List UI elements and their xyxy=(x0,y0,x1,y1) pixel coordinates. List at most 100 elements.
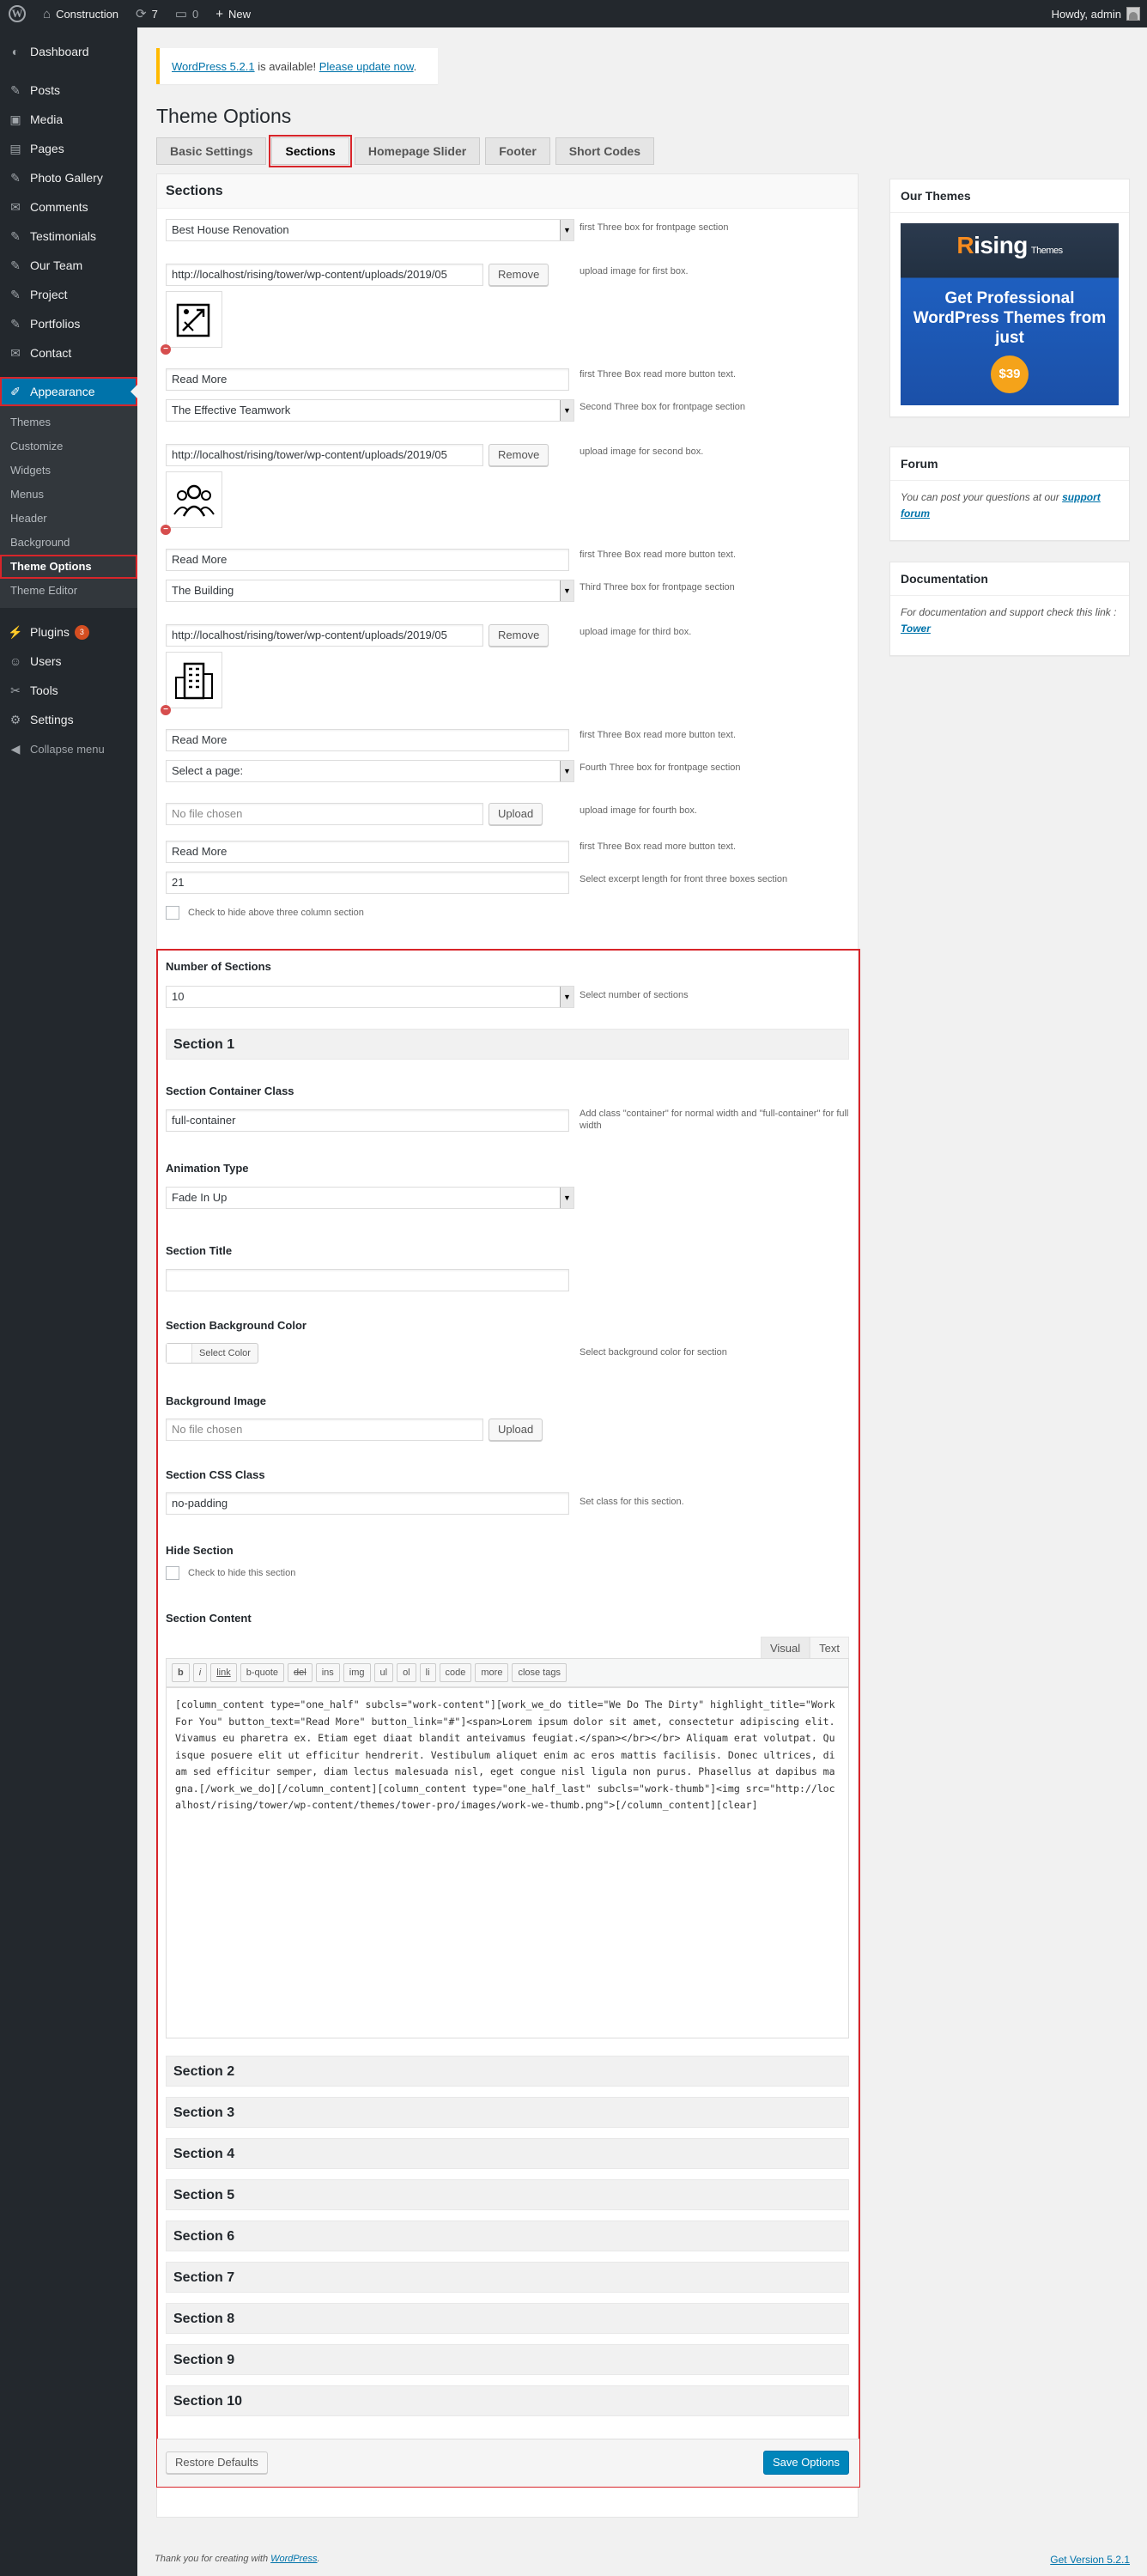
section-4-header[interactable]: Section 4 xyxy=(166,2138,849,2169)
menu-portfolios[interactable]: ✎ Portfolios xyxy=(0,309,137,338)
submenu-theme-editor[interactable]: Theme Editor xyxy=(0,579,137,603)
box3-remove-button[interactable]: Remove xyxy=(489,624,549,647)
submenu-customize[interactable]: Customize xyxy=(0,434,137,459)
collapse-menu-button[interactable]: ◀ Collapse menu xyxy=(0,734,137,763)
wp-logo-menu[interactable]: W xyxy=(0,0,34,27)
section-6-header[interactable]: Section 6 xyxy=(166,2221,849,2251)
select-color-button[interactable]: Select Color xyxy=(166,1343,258,1364)
editor-tab-visual[interactable]: Visual xyxy=(760,1637,810,1659)
animation-type-select[interactable]: Fade In Up ▼ xyxy=(166,1187,574,1209)
number-of-sections-select[interactable]: 10 ▼ xyxy=(166,986,574,1008)
submenu-themes[interactable]: Themes xyxy=(0,410,137,434)
menu-project[interactable]: ✎ Project xyxy=(0,280,137,309)
qt-ol-button[interactable]: ol xyxy=(397,1663,416,1682)
menu-contact[interactable]: ✉ Contact xyxy=(0,338,137,368)
save-options-button[interactable]: Save Options xyxy=(762,2451,849,2475)
menu-tools[interactable]: ✂ Tools xyxy=(0,676,137,705)
section-1-header[interactable]: Section 1 xyxy=(166,1029,849,1060)
section-8-header[interactable]: Section 8 xyxy=(166,2303,849,2334)
updates-menu[interactable]: ⟳ 7 xyxy=(127,0,167,27)
section-title-input[interactable] xyxy=(166,1269,569,1291)
tab-footer[interactable]: Footer xyxy=(485,137,550,165)
submenu-theme-options[interactable]: Theme Options xyxy=(0,555,137,579)
menu-photo-gallery[interactable]: ✎ Photo Gallery xyxy=(0,163,137,192)
hide-section-checkbox[interactable] xyxy=(166,1566,179,1580)
menu-plugins[interactable]: ⚡ Plugins 3 xyxy=(0,617,137,647)
section-10-header[interactable]: Section 10 xyxy=(166,2385,849,2416)
box3-remove-image-icon[interactable]: − xyxy=(161,705,171,715)
box1-remove-button[interactable]: Remove xyxy=(489,264,549,286)
submenu-widgets[interactable]: Widgets xyxy=(0,459,137,483)
section-5-header[interactable]: Section 5 xyxy=(166,2179,849,2210)
qt-italic-button[interactable]: i xyxy=(192,1663,208,1682)
box4-image-input[interactable]: No file chosen xyxy=(166,803,483,825)
submenu-header[interactable]: Header xyxy=(0,507,137,531)
box4-upload-button[interactable]: Upload xyxy=(489,803,543,825)
wordpress-link[interactable]: WordPress xyxy=(270,2554,317,2564)
tab-short-codes[interactable]: Short Codes xyxy=(555,137,655,165)
qt-ul-button[interactable]: ul xyxy=(373,1663,394,1682)
menu-users[interactable]: ☺ Users xyxy=(0,647,137,676)
qt-code-button[interactable]: code xyxy=(439,1663,472,1682)
tower-docs-link[interactable]: Tower xyxy=(901,623,931,635)
bg-image-upload-button[interactable]: Upload xyxy=(489,1419,543,1441)
menu-our-team[interactable]: ✎ Our Team xyxy=(0,251,137,280)
menu-dashboard[interactable]: ◐ Dashboard xyxy=(0,37,137,66)
tab-sections[interactable]: Sections xyxy=(269,135,352,167)
comments-menu[interactable]: ▭ 0 xyxy=(167,0,207,27)
section-2-header[interactable]: Section 2 xyxy=(166,2056,849,2087)
box2-button-text-input[interactable]: Read More xyxy=(166,549,569,571)
menu-settings[interactable]: ⚙ Settings xyxy=(0,705,137,734)
section-7-header[interactable]: Section 7 xyxy=(166,2262,849,2293)
qt-img-button[interactable]: img xyxy=(343,1663,371,1682)
hide-three-column-checkbox[interactable] xyxy=(166,906,179,920)
section-content-textarea[interactable]: [column_content type="one_half" subcls="… xyxy=(166,1687,849,2038)
qt-blockquote-button[interactable]: b-quote xyxy=(240,1663,285,1682)
menu-pages[interactable]: ▤ Pages xyxy=(0,134,137,163)
box1-button-text-input[interactable]: Read More xyxy=(166,368,569,391)
box4-button-text-input[interactable]: Read More xyxy=(166,841,569,863)
box2-remove-image-icon[interactable]: − xyxy=(161,525,171,535)
qt-more-button[interactable]: more xyxy=(475,1663,509,1682)
box2-remove-button[interactable]: Remove xyxy=(489,444,549,466)
update-now-link[interactable]: Please update now xyxy=(319,60,414,73)
new-content-menu[interactable]: + New xyxy=(207,0,259,27)
menu-media[interactable]: ▣ Media xyxy=(0,105,137,134)
box2-page-select[interactable]: The Effective Teamwork ▼ xyxy=(166,399,574,422)
box3-button-text-input[interactable]: Read More xyxy=(166,729,569,751)
box1-remove-image-icon[interactable]: − xyxy=(161,344,171,355)
box4-page-select[interactable]: Select a page: ▼ xyxy=(166,760,574,782)
section-9-header[interactable]: Section 9 xyxy=(166,2344,849,2375)
qt-close-tags-button[interactable]: close tags xyxy=(512,1663,567,1682)
menu-posts[interactable]: ✎ Posts xyxy=(0,76,137,105)
my-account-menu[interactable]: Howdy, admin xyxy=(1045,0,1147,27)
get-version-link[interactable]: Get Version 5.2.1 xyxy=(1050,2554,1130,2566)
submenu-menus[interactable]: Menus xyxy=(0,483,137,507)
excerpt-length-input[interactable]: 21 xyxy=(166,872,569,894)
menu-testimonials[interactable]: ✎ Testimonials xyxy=(0,222,137,251)
qt-del-button[interactable]: del xyxy=(288,1663,313,1682)
tab-homepage-slider[interactable]: Homepage Slider xyxy=(354,137,481,165)
submenu-background[interactable]: Background xyxy=(0,531,137,555)
tab-basic-settings[interactable]: Basic Settings xyxy=(156,137,267,165)
menu-appearance[interactable]: ✐ Appearance xyxy=(0,377,137,406)
wordpress-version-link[interactable]: WordPress 5.2.1 xyxy=(172,60,255,73)
qt-link-button[interactable]: link xyxy=(210,1663,237,1682)
section-3-header[interactable]: Section 3 xyxy=(166,2097,849,2128)
box2-image-url-input[interactable]: http://localhost/rising/tower/wp-content… xyxy=(166,444,483,466)
box1-image-url-input[interactable]: http://localhost/rising/tower/wp-content… xyxy=(166,264,483,286)
qt-li-button[interactable]: li xyxy=(419,1663,436,1682)
site-name-menu[interactable]: ⌂ Construction xyxy=(34,0,127,27)
box3-page-select[interactable]: The Building ▼ xyxy=(166,580,574,602)
rising-themes-banner[interactable]: Rising Themes Get Professional WordPress … xyxy=(901,223,1119,405)
menu-comments[interactable]: ✉ Comments xyxy=(0,192,137,222)
css-class-input[interactable]: no-padding xyxy=(166,1492,569,1515)
box1-page-select[interactable]: Best House Renovation ▼ xyxy=(166,219,574,241)
restore-defaults-button[interactable]: Restore Defaults xyxy=(166,2451,268,2474)
editor-tab-text[interactable]: Text xyxy=(810,1637,849,1659)
qt-bold-button[interactable]: b xyxy=(172,1663,190,1682)
bg-image-input[interactable]: No file chosen xyxy=(166,1419,483,1441)
box3-image-url-input[interactable]: http://localhost/rising/tower/wp-content… xyxy=(166,624,483,647)
qt-ins-button[interactable]: ins xyxy=(315,1663,340,1682)
container-class-input[interactable]: full-container xyxy=(166,1109,569,1132)
